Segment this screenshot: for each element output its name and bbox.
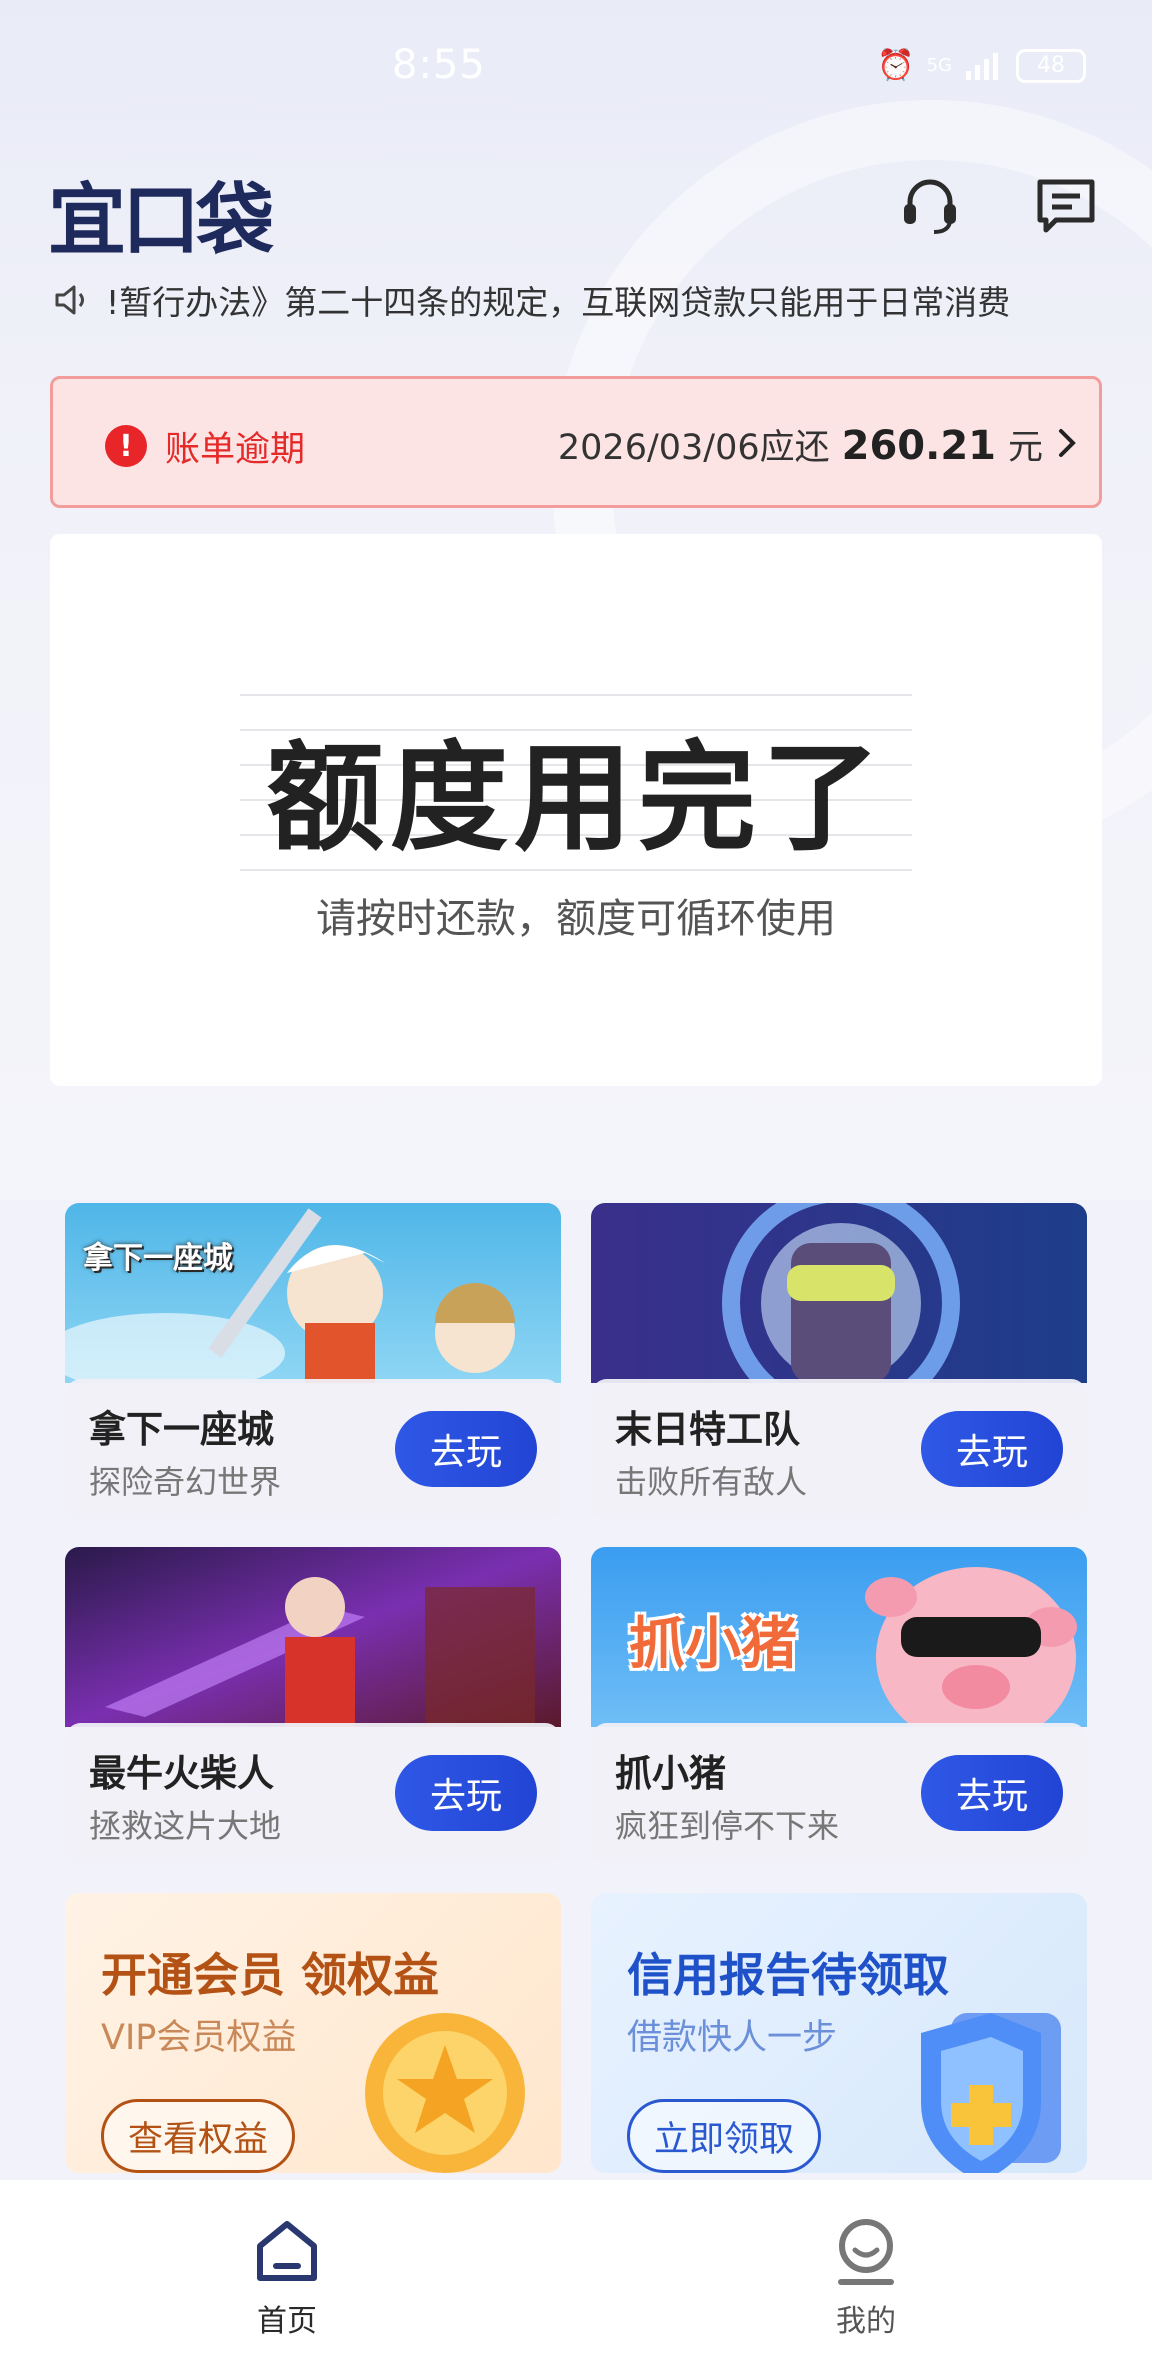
chevron-right-icon (1059, 429, 1076, 457)
notice-bar[interactable]: !暂行办法》第二十四条的规定，互联网贷款只能用于日常消费 (52, 272, 1152, 328)
speaker-icon (55, 285, 84, 315)
due-unit: 元 (1007, 428, 1043, 468)
game-name: 拿下一座城 (89, 1408, 274, 1451)
bottom-navigation: 首页 我的 (0, 2180, 1152, 2376)
promo-subtitle: 借款快人一步 (627, 2018, 838, 2058)
game-art-image (65, 1203, 561, 1383)
game-info-panel: 抓小猪 疯狂到停不下来 去玩 (591, 1723, 1087, 1863)
signal-icon (966, 52, 998, 80)
due-date-text: 2026/03/06应还 (557, 428, 830, 468)
status-icons: ⏰ 5G 48 (877, 48, 1086, 83)
game-card[interactable]: 末日特工队 击败所有敌人 去玩 (591, 1203, 1087, 1519)
game-name: 最牛火柴人 (89, 1752, 274, 1795)
nav-label: 首页 (257, 2304, 317, 2339)
alarm-icon: ⏰ (877, 48, 915, 83)
game-art-image (65, 1547, 561, 1727)
due-amount: 260.21 (841, 423, 996, 469)
game-card[interactable]: 最牛火柴人 拯救这片大地 去玩 (65, 1547, 561, 1863)
coin-icon (365, 2013, 525, 2173)
game-description: 拯救这片大地 (89, 1807, 282, 1845)
overdue-title: 账单逾期 (165, 430, 306, 470)
promo-title: 开通会员 领权益 (101, 1948, 440, 2002)
play-button[interactable]: 去玩 (921, 1755, 1063, 1831)
promo-subtitle: VIP会员权益 (101, 2018, 297, 2058)
nav-home[interactable]: 首页 (207, 2216, 367, 2346)
credit-report-card[interactable]: 信用报告待领取 借款快人一步 立即领取 (591, 1893, 1087, 2173)
battery-level: 48 (1037, 53, 1065, 78)
game-description: 探险奇幻世界 (89, 1463, 282, 1501)
game-name: 抓小猪 (615, 1752, 726, 1795)
game-info-panel: 拿下一座城 探险奇幻世界 去玩 (65, 1379, 561, 1519)
customer-service-button[interactable] (894, 170, 966, 242)
quota-status-subtitle: 请按时还款，额度可循环使用 (316, 896, 836, 942)
notice-text: !暂行办法》第二十四条的规定，互联网贷款只能用于日常消费 (106, 283, 1011, 322)
overdue-bill-banner[interactable]: ! 账单逾期 2026/03/06应还 260.21 元 (50, 376, 1102, 508)
game-info-panel: 最牛火柴人 拯救这片大地 去玩 (65, 1723, 561, 1863)
battery-icon: 48 (1016, 48, 1086, 83)
app-logo: 宜口袋 (48, 176, 274, 266)
network-label: 5G (926, 55, 952, 76)
profile-icon (838, 2219, 894, 2285)
game-art-label: 抓小猪 (629, 1612, 797, 1677)
status-bar: 8:55 ⏰ 5G 48 (0, 0, 1152, 130)
app-header: 宜口袋 (0, 150, 1152, 266)
quota-status-title: 额度用完了 (265, 729, 886, 867)
overdue-details: 2026/03/06应还 260.21 元 (558, 419, 1043, 470)
message-icon (1037, 179, 1095, 233)
vip-membership-card[interactable]: 开通会员 领权益 VIP会员权益 查看权益 (65, 1893, 561, 2173)
game-name: 末日特工队 (615, 1408, 800, 1451)
play-button[interactable]: 去玩 (395, 1411, 537, 1487)
game-description: 疯狂到停不下来 (615, 1807, 840, 1845)
home-icon (257, 2221, 317, 2281)
status-time: 8:55 (392, 42, 486, 88)
claim-report-button[interactable]: 立即领取 (627, 2099, 822, 2173)
nav-label: 我的 (836, 2304, 896, 2339)
message-button[interactable] (1030, 170, 1102, 242)
game-art-image (591, 1203, 1087, 1383)
game-info-panel: 末日特工队 击败所有敌人 去玩 (591, 1379, 1087, 1519)
credit-quota-card: 额度用完了 请按时还款，额度可循环使用 (50, 534, 1102, 1086)
promo-title: 信用报告待领取 (627, 1948, 949, 2002)
game-art-label: 拿下一座城 (83, 1241, 233, 1276)
alert-icon: ! (105, 425, 147, 467)
headset-icon (904, 179, 956, 234)
game-card[interactable]: 抓小猪 抓小猪 疯狂到停不下来 去玩 (591, 1547, 1087, 1863)
game-card[interactable]: 拿下一座城 拿下一座城 探险奇幻世界 去玩 (65, 1203, 561, 1519)
play-button[interactable]: 去玩 (921, 1411, 1063, 1487)
view-benefits-button[interactable]: 查看权益 (101, 2099, 296, 2173)
game-description: 击败所有敌人 (615, 1463, 808, 1501)
nav-mine[interactable]: 我的 (786, 2216, 946, 2346)
shield-icon (921, 2013, 1061, 2173)
play-button[interactable]: 去玩 (395, 1755, 537, 1831)
